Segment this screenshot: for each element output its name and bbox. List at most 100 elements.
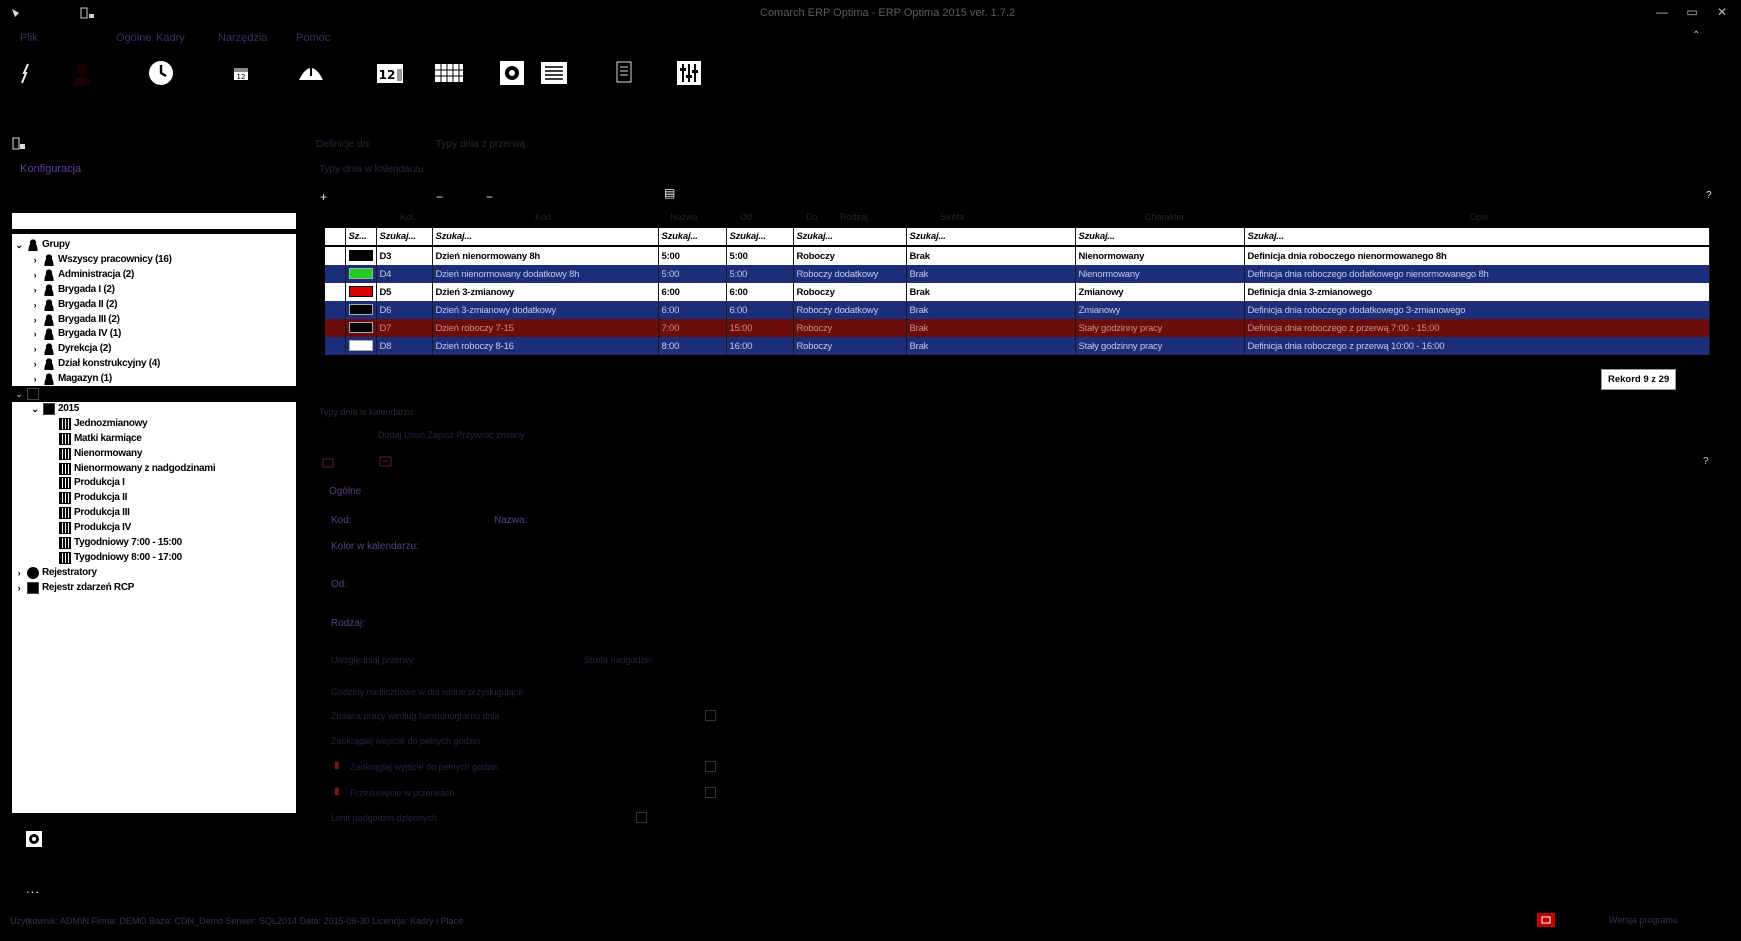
menu-pomoc[interactable]: Pomoc [296,32,330,44]
export-icon[interactable]: ▤ [664,186,675,200]
tree-item[interactable]: Tygodniowy 8:00 - 17:00 [12,550,296,566]
menu-narzedzia[interactable]: Narzędzia [218,32,268,44]
list-icon[interactable] [536,55,572,91]
sliders-icon[interactable] [671,55,707,91]
row-selector[interactable] [325,337,346,355]
tree-item[interactable]: Nienormowany z nadgodzinami [12,461,296,477]
table-row[interactable]: D3 Dzień nienormowany 8h 5:00 5:00 Roboczy Br… [325,246,1710,265]
collapse-icon[interactable]: − [486,190,493,204]
col-label-nazwa[interactable]: Nazwa [670,212,698,222]
col-label-strefa[interactable]: Strefa [940,212,964,222]
detail-icon-left[interactable] [322,457,334,469]
col-label-kol[interactable]: Kol. [400,212,416,222]
tab-typy-dnia[interactable]: Typy dnia z przerwą [436,139,525,150]
tree-item[interactable]: › Dział konstrukcyjny (4) [12,356,296,372]
filter-cell[interactable]: Szukaj... [376,228,433,247]
col-label-charakter[interactable]: Charakter [1145,212,1185,222]
user-icon[interactable] [64,55,100,91]
chart-icon[interactable] [293,55,329,91]
tree-item[interactable]: ⌄ Grupy [12,237,296,253]
tree-item[interactable]: › Wszyscy pracownicy (16) [12,252,296,268]
ribbon-collapse-icon[interactable]: ⌃ [1692,30,1700,41]
help-icon[interactable]: ? [1706,190,1712,201]
chevron-down-icon[interactable]: ⌄ [14,237,24,253]
calendar-12-icon[interactable]: 12 [372,55,408,91]
chevron-right-icon[interactable]: › [30,341,40,357]
calendar-day-icon[interactable]: 12 [223,55,259,91]
chevron-right-icon[interactable]: › [14,580,24,596]
detail-help-icon[interactable]: ? [1703,456,1709,467]
chevron-right-icon[interactable]: › [30,267,40,283]
clock-icon[interactable] [143,55,179,91]
table-row[interactable]: D4 Dzień nienormowany dodatkowy 8h 5:00 5:0… [325,265,1710,283]
row-selector[interactable] [325,301,346,319]
day-types-grid[interactable]: Sz... Szukaj... Szukaj... Szukaj... Szukaj..… [325,228,1710,355]
row-selector[interactable] [325,319,346,337]
tree-item[interactable]: › Magazyn (1) [12,371,296,387]
tree-item[interactable]: Produkcja III [12,505,296,521]
chevron-right-icon[interactable]: › [30,371,40,387]
navigation-tree[interactable]: ⌄ Grupy › Wszyscy pracownicy (16) › Administr… [12,234,296,813]
chevron-right-icon[interactable]: › [30,297,40,313]
col-label-kod[interactable]: Kod [535,212,551,222]
chevron-down-icon[interactable]: ⌄ [30,401,40,417]
tree-item[interactable]: › Brygada I (2) [12,282,296,298]
filter-cell[interactable]: Sz... [345,228,377,247]
tree-item[interactable]: › Rejestr zdarzeń RCP [12,580,296,596]
option-6-checkbox[interactable] [636,812,647,823]
col-label-rodzaj[interactable]: Rodzaj [840,212,868,222]
col-label-od[interactable]: Od [740,212,752,222]
menu-plik[interactable]: Plik [20,32,38,44]
row-selector[interactable] [325,283,346,301]
chevron-right-icon[interactable]: › [30,252,40,268]
filter-cell[interactable]: Szukaj... [1075,228,1245,247]
tree-item[interactable]: › Brygada III (2) [12,312,296,328]
more-options[interactable]: ... [26,881,40,896]
tree-item[interactable]: Produkcja II [12,490,296,506]
tree-item[interactable]: Nienormowany [12,446,296,462]
tree-item[interactable]: › Brygada IV (1) [12,326,296,342]
kind-select[interactable] [440,614,760,630]
filter-cell[interactable]: Szukaj... [906,228,1076,247]
tree-item[interactable]: › Dyrekcja (2) [12,341,296,357]
remove-icon[interactable]: − [436,190,443,204]
tree-item[interactable]: Produkcja I [12,475,296,491]
filter-cell[interactable]: Szukaj... [1244,228,1710,247]
tree-item[interactable]: Tygodniowy 7:00 - 15:00 [12,535,296,551]
table-row[interactable]: D6 Dzień 3-zmianowy dodatkowy 6:00 6:00 Robo… [325,301,1710,319]
tree-item[interactable]: Matki karmiące [12,431,296,447]
chevron-right-icon[interactable]: › [30,326,40,342]
chevron-down-icon[interactable]: ⌄ [14,386,24,402]
filter-cell[interactable]: Szukaj... [658,228,727,247]
alert-icon[interactable] [1537,913,1555,927]
col-label-do[interactable]: Do [806,212,818,222]
pin-icon[interactable] [6,55,42,91]
tree-item[interactable]: › Brygada II (2) [12,297,296,313]
filter-cell[interactable]: Szukaj... [432,228,659,247]
option-4-checkbox[interactable] [705,761,716,772]
tree-search-input[interactable] [12,213,296,229]
maximize-button[interactable]: ▭ [1683,5,1701,21]
menu-ogolne[interactable]: Ogólne [116,32,151,44]
table-row[interactable]: D5 Dzień 3-zmianowy 6:00 6:00 Roboczy Brak Zmi… [325,283,1710,301]
tree-item[interactable]: › Administracja (2) [12,267,296,283]
tree-item[interactable]: › Rejestratory [12,565,296,581]
chevron-right-icon[interactable]: › [30,312,40,328]
tab-definicje-dni[interactable]: Definicje dni [316,139,370,150]
col-label-opis[interactable]: Opis [1470,212,1489,222]
row-selector[interactable] [325,265,346,283]
code-field[interactable] [360,511,480,527]
tree-item[interactable]: ⌄ Kalendarze [12,386,296,402]
row-selector[interactable] [325,246,346,265]
add-icon[interactable]: + [320,190,327,204]
minimize-button[interactable]: — [1653,5,1671,21]
document-icon[interactable] [606,55,642,91]
chevron-right-icon[interactable]: › [30,282,40,298]
chevron-right-icon[interactable]: › [30,356,40,372]
hours-field[interactable] [440,566,760,598]
settings-icon[interactable] [494,55,530,91]
tree-item[interactable]: Produkcja IV [12,520,296,536]
filter-cell[interactable]: Szukaj... [793,228,907,247]
option-2-checkbox[interactable] [705,710,716,721]
tree-item[interactable]: Jednozmianowy [12,416,296,432]
